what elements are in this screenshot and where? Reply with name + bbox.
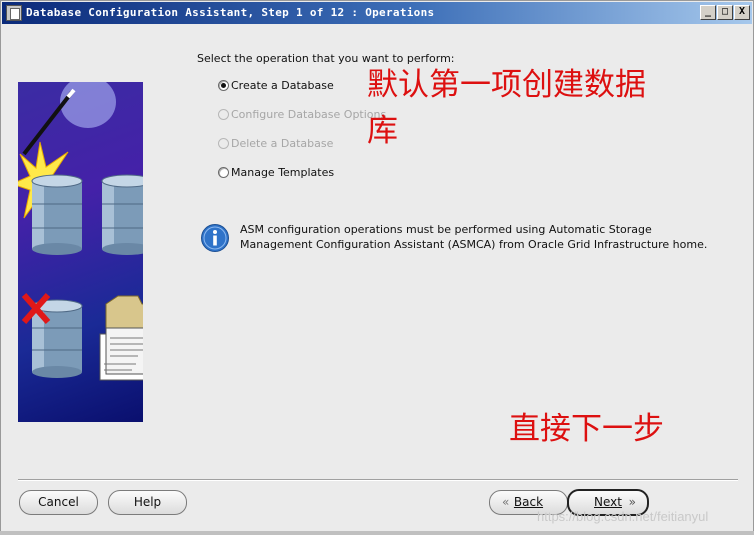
radio-create-database[interactable] (218, 80, 229, 91)
title-bar[interactable]: Database Configuration Assistant, Step 1… (2, 2, 752, 24)
option-label: Delete a Database (231, 137, 334, 150)
radio-manage-templates[interactable] (218, 167, 229, 178)
info-line: Management Configuration Assistant (ASMC… (240, 238, 708, 251)
watermark: https://blog.csdn.net/feitianyul (537, 509, 709, 524)
option-label: Manage Templates (231, 166, 335, 179)
option-label: Create a Database (231, 79, 334, 92)
annotation-default-create: 默认第一项创建数据 (367, 67, 646, 103)
asm-info-message: ASM configuration operations must be per… (240, 222, 707, 252)
annotation-next-step: 直接下一步 (509, 411, 664, 447)
next-label: Next (594, 495, 622, 509)
cancel-button[interactable]: Cancel (19, 490, 98, 515)
help-button[interactable]: Help (108, 490, 187, 515)
database-illustration (18, 82, 143, 381)
info-line: ASM configuration operations must be per… (240, 223, 652, 236)
radio-configure-database (218, 109, 229, 120)
glow-shape (60, 82, 116, 128)
dbca-window: Database Configuration Assistant, Step 1… (0, 0, 754, 535)
option-label: Configure Database Options (231, 108, 387, 121)
folder-templates-icon (99, 295, 143, 381)
window-title: Database Configuration Assistant, Step 1… (26, 6, 435, 19)
database-icon (101, 174, 143, 255)
bottom-edge (0, 531, 754, 535)
wand-icon (22, 90, 74, 156)
info-icon (201, 224, 229, 252)
annotation-default-create-cont: 库 (367, 113, 398, 149)
app-icon (6, 5, 22, 21)
close-button[interactable]: X (734, 5, 750, 20)
database-icon (31, 174, 83, 255)
wizard-illustration (18, 82, 143, 422)
footer-separator (18, 479, 738, 481)
operation-prompt: Select the operation that you want to pe… (197, 52, 455, 65)
minimize-button[interactable]: _ (700, 5, 716, 20)
back-label: Back (513, 495, 544, 509)
radio-delete-database (218, 138, 229, 149)
back-arrow-icon: « (502, 495, 510, 509)
maximize-button[interactable]: □ (717, 5, 733, 20)
